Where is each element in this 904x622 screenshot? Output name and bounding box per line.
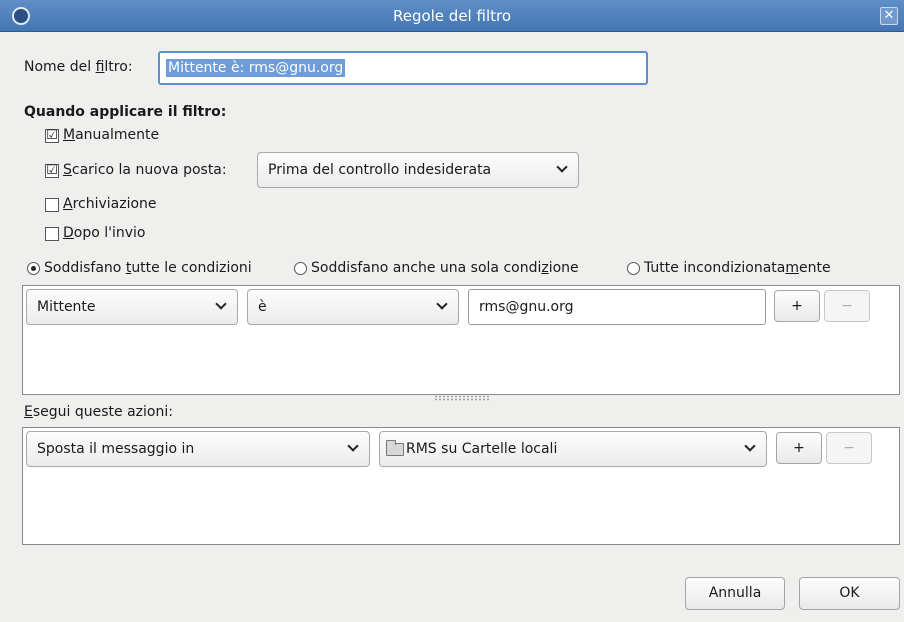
download-timing-select[interactable]: Prima del controllo indesiderata [257, 152, 579, 188]
action-type-value: Sposta il messaggio in [37, 441, 195, 457]
archive-checkbox[interactable] [45, 198, 59, 212]
add-condition-button[interactable]: + [774, 290, 820, 322]
download-label: Scarico la nuova posta: [63, 162, 227, 178]
filter-name-label: Nome del filtro: [24, 59, 133, 75]
actions-label: Esegui queste azioni: [24, 404, 173, 420]
remove-condition-button[interactable]: − [824, 290, 870, 322]
condition-value-text: rms@gnu.org [479, 299, 574, 315]
condition-operator-value: è [258, 299, 267, 315]
filter-name-value: Mittente è: rms@gnu.org [166, 59, 346, 77]
download-checkbox[interactable]: ☑ [45, 164, 59, 178]
match-unconditional-label: Tutte incondizionatamente [644, 260, 831, 276]
match-all-label: Soddisfano tutte le condizioni [44, 260, 252, 276]
condition-field-select[interactable]: Mittente [26, 289, 238, 325]
cancel-button[interactable]: Annulla [685, 577, 785, 610]
splitter-grip[interactable] [434, 395, 490, 401]
action-type-select[interactable]: Sposta il messaggio in [26, 431, 370, 467]
manual-checkbox[interactable]: ☑ [45, 129, 59, 143]
ok-button[interactable]: OK [799, 577, 900, 610]
close-icon[interactable]: ✕ [880, 7, 898, 25]
match-unconditional-radio[interactable] [627, 262, 640, 275]
chevron-down-icon [215, 290, 227, 324]
condition-operator-select[interactable]: è [247, 289, 459, 325]
folder-icon [386, 440, 404, 456]
condition-field-value: Mittente [37, 299, 96, 315]
archive-label: Archiviazione [63, 196, 157, 212]
title-bar: Regole del filtro ✕ [0, 0, 904, 32]
after-send-checkbox[interactable] [45, 227, 59, 241]
match-any-radio[interactable] [294, 262, 307, 275]
match-any-label: Soddisfano anche una sola condizione [311, 260, 579, 276]
manual-label: Manualmente [63, 127, 160, 143]
when-heading: Quando applicare il filtro: [24, 104, 227, 120]
chevron-down-icon [556, 153, 568, 187]
window-title: Regole del filtro [392, 7, 512, 25]
remove-action-button[interactable]: − [826, 432, 872, 464]
chevron-down-icon [347, 432, 359, 466]
condition-value-input[interactable]: rms@gnu.org [468, 289, 766, 325]
chevron-down-icon [436, 290, 448, 324]
download-timing-value: Prima del controllo indesiderata [268, 162, 492, 178]
chevron-down-icon [744, 432, 756, 466]
action-target-value: RMS su Cartelle locali [406, 441, 558, 457]
add-action-button[interactable]: + [776, 432, 822, 464]
action-target-select[interactable]: RMS su Cartelle locali [379, 431, 767, 467]
match-all-radio[interactable] [27, 262, 40, 275]
filter-name-input[interactable]: Mittente è: rms@gnu.org [158, 51, 648, 85]
after-send-label: Dopo l'invio [63, 225, 146, 241]
